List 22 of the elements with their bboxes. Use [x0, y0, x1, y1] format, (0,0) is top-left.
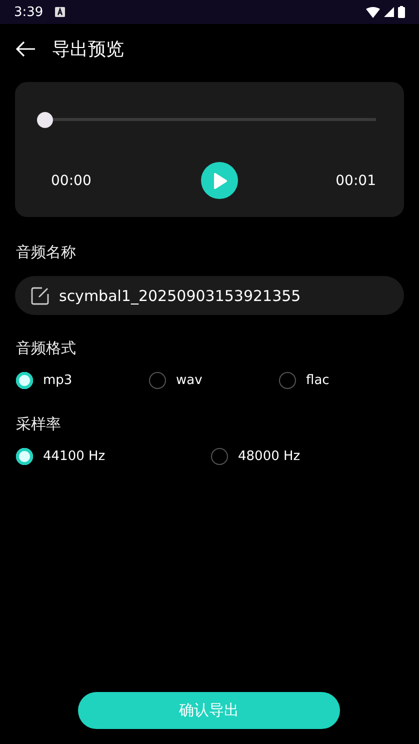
battery-icon [398, 6, 405, 18]
play-icon [212, 172, 226, 188]
back-arrow-icon[interactable] [16, 41, 36, 57]
section-label: 采样率 [16, 415, 61, 434]
radio-option[interactable]: flac [279, 372, 403, 389]
play-button[interactable] [201, 162, 238, 199]
section-label: 音频格式 [16, 339, 76, 358]
progress-thumb[interactable] [37, 112, 53, 128]
current-time: 00:00 [51, 172, 92, 188]
total-time: 00:01 [336, 172, 376, 188]
radio-option[interactable]: 48000 Hz [211, 448, 403, 465]
radio-option[interactable]: mp3 [16, 372, 149, 389]
notification-icon [55, 7, 66, 17]
section-label: 音频名称 [16, 243, 76, 262]
name-field[interactable]: scymbal1_20250903153921355 [15, 276, 404, 315]
page-title: 导出预览 [52, 38, 124, 61]
status-time: 3:39 [14, 4, 44, 20]
edit-icon [31, 286, 49, 304]
signal-icon [384, 7, 394, 17]
radio-option[interactable]: 44100 Hz [16, 448, 211, 465]
wifi-icon [366, 6, 380, 18]
radio-option[interactable]: wav [149, 372, 279, 389]
